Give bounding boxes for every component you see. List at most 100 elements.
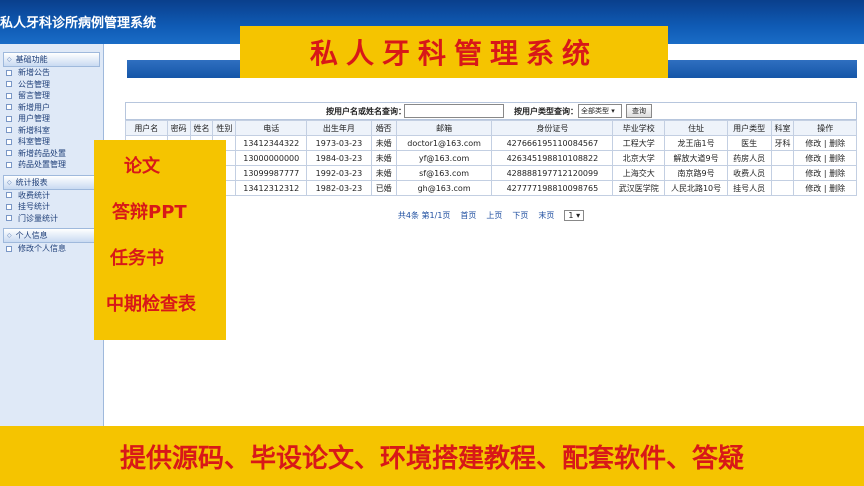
menu-item-label: 药品处置管理 [18,160,66,170]
menu-item-fee-stats[interactable]: 收费统计 [0,190,103,202]
col-header: 出生年月 [306,120,372,136]
actions-cell: 修改 | 删除 [793,150,857,166]
table-cell: 收费人员 [726,165,772,181]
expand-icon: ◇ [7,56,12,63]
table-cell: 13412312312 [235,180,308,196]
table-cell: 未婚 [370,135,397,151]
menu-item-add-drug[interactable]: 新增药品处置 [0,148,103,160]
user-type-select[interactable]: 全部类型 ▾ [578,104,622,118]
delete-link[interactable]: 删除 [829,184,845,193]
search-name-input[interactable] [404,104,504,118]
promo-item: 中期检查表 [106,294,196,315]
menu-item-add-dept[interactable]: 新增科室 [0,125,103,137]
table-row: 13412312312 1982-03-23 已婚 gh@163.com 427… [125,180,857,196]
table-cell [770,150,795,166]
promo-item: 答辩PPT [112,202,187,223]
menu-head-personal[interactable]: ◇ 个人信息 [3,228,100,243]
table-cell: yf@163.com [395,150,493,166]
menu-item-register-stats[interactable]: 挂号统计 [0,201,103,213]
table-cell: 人民北路10号 [664,180,728,196]
menu-item-drug-manage[interactable]: 药品处置管理 [0,159,103,171]
actions-cell: 修改 | 删除 [793,135,857,151]
table-cell: sf@163.com [395,165,493,181]
col-header: 姓名 [189,120,214,136]
table-cell: 13412344322 [235,135,308,151]
delete-link[interactable]: 删除 [829,154,845,163]
menu-item-label: 新增药品处置 [18,148,66,158]
edit-link[interactable]: 修改 [805,154,821,163]
pager-next[interactable]: 下页 [512,210,528,221]
menu-item-label: 科室管理 [18,137,50,147]
col-header: 电话 [235,120,308,136]
banner-text: 私人牙科管理系统 [309,37,598,70]
table-row: 13412344322 1973-03-23 未婚 doctor1@163.co… [125,135,857,151]
col-header: 身份证号 [491,120,614,136]
col-header: 用户名 [125,120,168,136]
table-cell: 武汉医学院 [612,180,666,196]
col-header: 婚否 [370,120,397,136]
search-bar: 按用户名或姓名查询： 按用户类型查询： 全部类型 ▾ 查询 [125,102,857,120]
table-header-row: 用户名 密码 姓名 性别 电话 出生年月 婚否 邮箱 身份证号 毕业学校 住址 … [125,120,857,136]
table-row: 13000000000 1984-03-23 未婚 yf@163.com 426… [125,150,857,166]
table-row: 13099987777 1992-03-23 未婚 sf@163.com 428… [125,165,857,181]
menu-item-notice-manage[interactable]: 公告管理 [0,79,103,91]
pager-prev[interactable]: 上页 [486,210,502,221]
bullet-icon [6,245,12,252]
table-cell: 1984-03-23 [306,150,372,166]
edit-link[interactable]: 修改 [805,184,821,193]
table-cell: 牙科 [770,135,795,151]
menu-item-user-manage[interactable]: 用户管理 [0,113,103,125]
table-cell: 北京大学 [612,150,666,166]
menu-item-label: 公告管理 [18,79,50,89]
table-cell: 药房人员 [726,150,772,166]
menu-head-stats[interactable]: ◇ 统计报表 [3,174,100,190]
table-cell: 未婚 [370,165,397,181]
pager-first[interactable]: 首页 [460,210,476,221]
menu-head-basic[interactable]: ◇ 基础功能 [3,52,100,67]
dropdown-icon: ▾ [576,210,581,220]
page-select[interactable]: 1 ▾ [564,209,585,221]
table-cell: 医生 [726,135,772,151]
col-header: 住址 [664,120,728,136]
menu-item-message-manage[interactable]: 留言管理 [0,90,103,102]
col-header: 密码 [166,120,191,136]
search-button[interactable]: 查询 [626,104,652,118]
menu-item-add-user[interactable]: 新增用户 [0,102,103,114]
bullet-icon [6,115,12,122]
delete-link[interactable]: 删除 [829,139,845,148]
menu-item-dept-manage[interactable]: 科室管理 [0,136,103,148]
table-cell: doctor1@163.com [395,135,493,151]
table-cell: 解放大道9号 [664,150,728,166]
action-separator: | [823,153,827,163]
menu-item-label: 修改个人信息 [18,244,66,254]
page-select-value: 1 [568,210,574,220]
search-name-label: 按用户名或姓名查询： [326,107,406,116]
table-cell: 1992-03-23 [306,165,372,181]
table-cell: 挂号人员 [726,180,772,196]
table-cell [770,180,795,196]
table-cell [770,165,795,181]
table-cell: 1982-03-23 [306,180,372,196]
bullet-icon [6,161,12,168]
edit-link[interactable]: 修改 [805,139,821,148]
menu-item-label: 新增用户 [18,102,50,112]
menu-head-label: 统计报表 [15,177,48,187]
expand-icon: ◇ [7,232,12,239]
pager-last[interactable]: 末页 [538,210,554,221]
edit-link[interactable]: 修改 [805,169,821,178]
delete-link[interactable]: 删除 [829,169,845,178]
menu-item-edit-profile[interactable]: 修改个人信息 [0,243,103,255]
user-table: 用户名 密码 姓名 性别 电话 出生年月 婚否 邮箱 身份证号 毕业学校 住址 … [125,120,857,196]
user-type-select-value: 全部类型 [581,107,609,115]
menu-item-clinic-stats[interactable]: 门诊量统计 [0,213,103,225]
col-header: 用户类型 [726,120,772,136]
table-cell: 南京路9号 [664,165,728,181]
table-cell: 1973-03-23 [306,135,372,151]
menu-item-label: 用户管理 [18,114,50,124]
menu-item-add-notice[interactable]: 新增公告 [0,67,103,79]
table-cell: 428888197712120099 [491,165,614,181]
action-separator: | [823,183,827,193]
menu-head-label: 个人信息 [15,231,48,240]
col-header: 毕业学校 [612,120,666,136]
col-header: 性别 [212,120,237,136]
